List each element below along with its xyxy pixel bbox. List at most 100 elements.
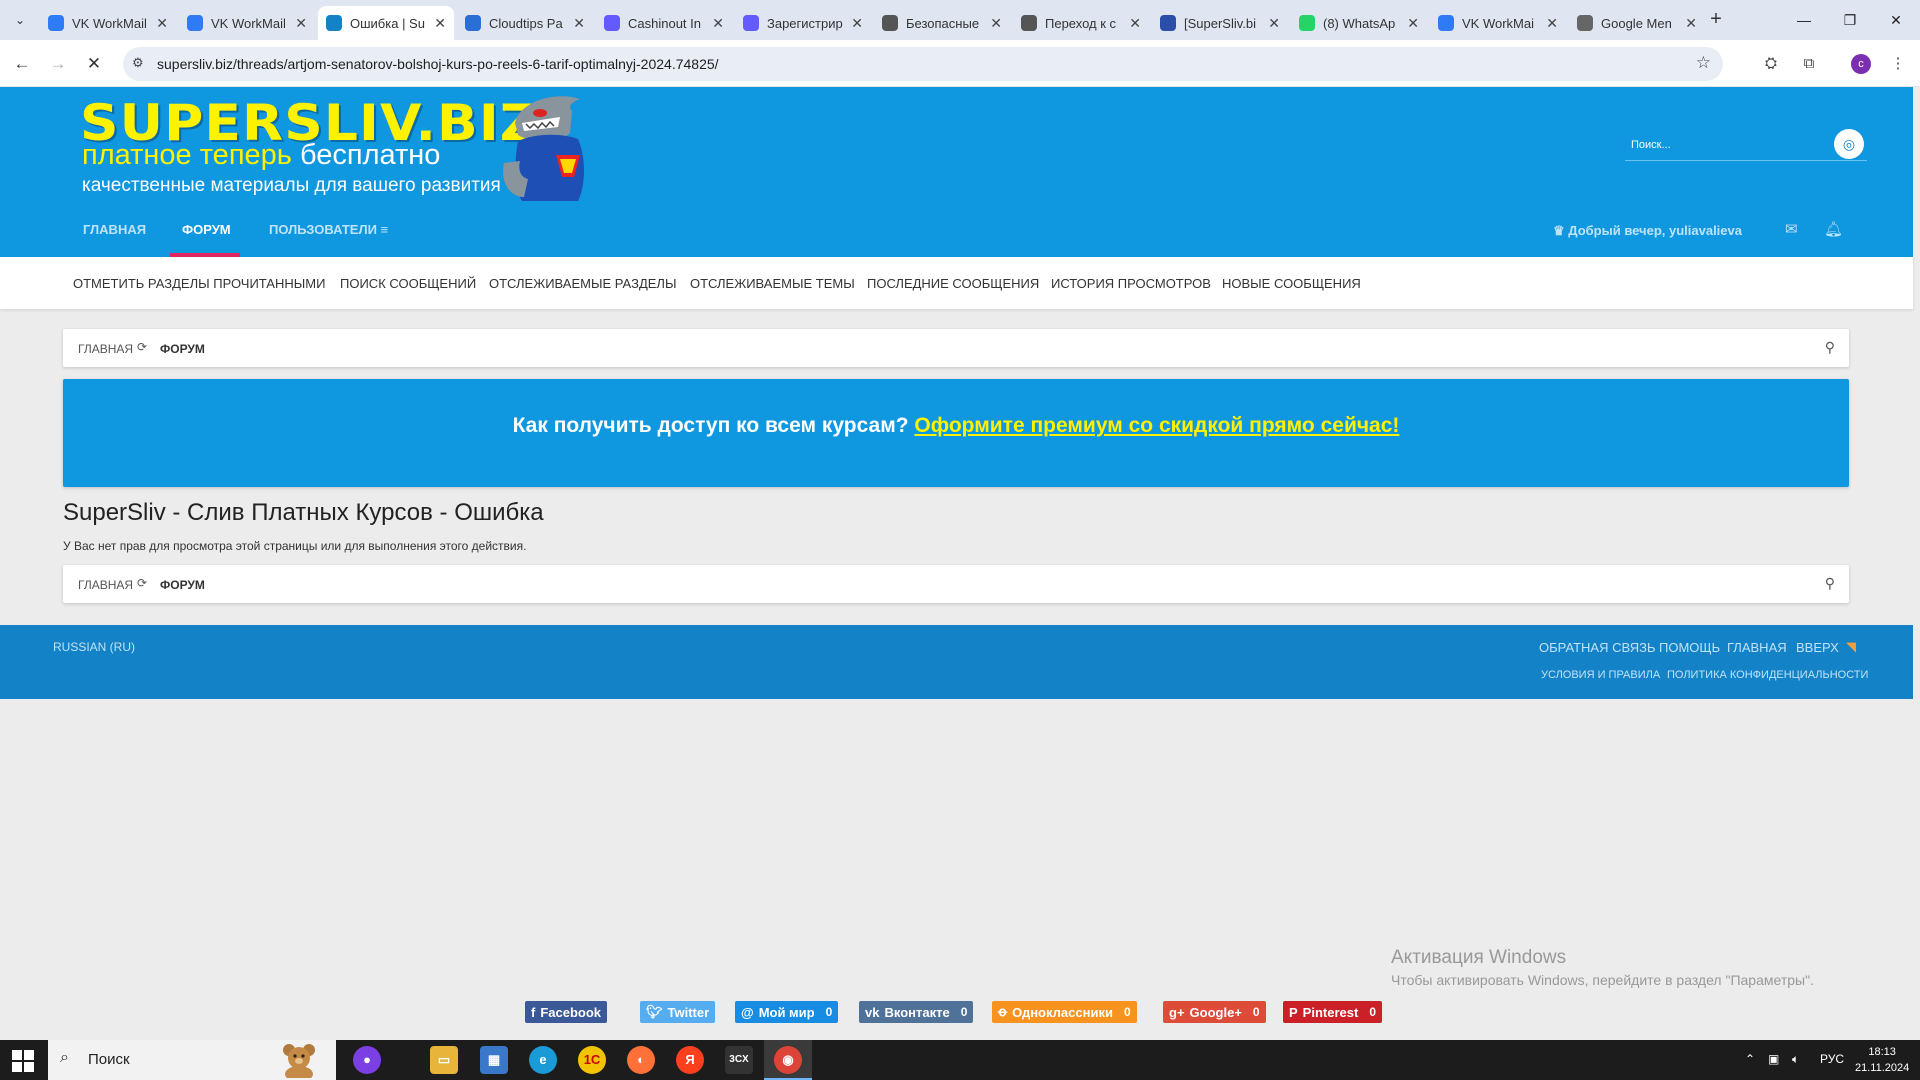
subnav-search-messages[interactable]: Поиск сообщений <box>340 276 476 291</box>
taskbar-search-box[interactable]: ⌕ Поиск <box>48 1040 336 1080</box>
browser-tab[interactable]: Зарегистрир ✕ <box>735 6 871 40</box>
rss-icon[interactable]: ◥ <box>1846 639 1856 655</box>
bookmark-star-icon[interactable]: ☆ <box>1696 53 1711 73</box>
browser-tab[interactable]: Google Men ✕ <box>1569 6 1705 40</box>
stop-loading-button[interactable]: ✕ <box>80 50 108 78</box>
forward-button[interactable]: → <box>44 50 72 78</box>
translate-icon[interactable]: ⛭ <box>1759 52 1783 76</box>
close-window-button[interactable]: ✕ <box>1873 6 1919 34</box>
share-googleplus-button[interactable]: g+ Google+ 0 <box>1163 1001 1266 1023</box>
browser-menu-icon[interactable]: ⋮ <box>1886 52 1910 76</box>
footer-help-link[interactable]: Помощь <box>1659 640 1720 655</box>
1c-icon[interactable]: 1C <box>578 1046 606 1074</box>
windows-taskbar: ⌕ Поиск ● ▭ ▦ e 1C ◐ Я 3CX ◉ ⌃ ▣ 🔈︎ РУС … <box>0 1040 1920 1080</box>
share-facebook-button[interactable]: f Facebook <box>525 1001 608 1023</box>
subnav-watched-forums[interactable]: Отслеживаемые разделы <box>489 276 676 291</box>
nav-users[interactable]: Пользователи ≡ <box>269 222 388 237</box>
subnav-latest-posts[interactable]: Последние сообщения <box>867 276 1039 291</box>
taskbar-clock[interactable]: 18:13 21.11.2024 <box>1855 1044 1909 1076</box>
promo-premium-link[interactable]: Оформите премиум со скидкой прямо сейчас… <box>914 414 1399 437</box>
stripe-icon <box>743 15 759 31</box>
browser-tab[interactable]: Переход к с ✕ <box>1013 6 1149 40</box>
location-pin-icon[interactable]: ⚲ <box>1825 339 1835 356</box>
tab-close-icon[interactable]: ✕ <box>712 15 724 32</box>
footer-contact-link[interactable]: Обратная связь <box>1539 640 1656 655</box>
browser-tab[interactable]: Cloudtips Pa ✕ <box>457 6 593 40</box>
url-text[interactable]: supersliv.biz/threads/artjom-senatorov-b… <box>157 56 719 72</box>
share-ok-button[interactable]: ꝋ Одноклассники 0 <box>992 1001 1137 1023</box>
site-info-icon[interactable]: ⚙ <box>132 55 144 71</box>
windows-start-button[interactable] <box>12 1050 34 1072</box>
restore-button[interactable]: ❐ <box>1827 6 1873 34</box>
share-label: Мой мир <box>758 1004 815 1020</box>
footer-top-link[interactable]: Вверх <box>1796 640 1839 655</box>
share-twitter-button[interactable]: 🐦︎ Twitter <box>640 1001 716 1023</box>
language-chooser[interactable]: Russian (RU) <box>53 640 135 654</box>
profile-avatar[interactable]: c <box>1851 54 1871 74</box>
footer-privacy-link[interactable]: Политика конфиденциальности <box>1667 669 1868 681</box>
tab-close-icon[interactable]: ✕ <box>1685 15 1697 32</box>
breadcrumb-home[interactable]: Главная <box>78 578 133 592</box>
tab-close-icon[interactable]: ✕ <box>573 15 585 32</box>
browser-tab[interactable]: (8) WhatsAp ✕ <box>1291 6 1427 40</box>
tab-title: Google Men <box>1601 15 1672 31</box>
browser-tab[interactable]: VK WorkMai ✕ <box>1430 6 1566 40</box>
footer-home-link[interactable]: Главная <box>1727 640 1787 655</box>
browser-tab[interactable]: VK WorkMail ✕ <box>179 6 315 40</box>
browser-tab[interactable]: [SuperSliv.bi ✕ <box>1152 6 1288 40</box>
new-tab-button[interactable]: + <box>1704 8 1728 32</box>
tab-close-icon[interactable]: ✕ <box>295 15 307 32</box>
browser-tab[interactable]: Безопасные ✕ <box>874 6 1010 40</box>
tab-close-icon[interactable]: ✕ <box>1268 15 1280 32</box>
subnav-mark-read[interactable]: Отметить разделы прочитанными <box>73 276 325 291</box>
subnav-new-posts[interactable]: Новые сообщения <box>1222 276 1361 291</box>
bell-icon[interactable]: 🔔︎ <box>1824 220 1843 238</box>
tab-search-button[interactable]: ⌄ <box>8 8 32 32</box>
volume-icon[interactable]: 🔈︎ <box>1792 1052 1799 1067</box>
minimize-button[interactable]: — <box>1781 6 1827 34</box>
tab-close-icon[interactable]: ✕ <box>156 15 168 32</box>
tab-close-icon[interactable]: ✕ <box>1546 15 1558 32</box>
clock-date: 21.11.2024 <box>1855 1062 1910 1074</box>
address-bar[interactable]: ⚙ supersliv.biz/threads/artjom-senatorov… <box>123 47 1723 81</box>
search-input[interactable] <box>1631 135 1821 155</box>
calculator-icon[interactable]: ▦ <box>480 1046 508 1074</box>
file-explorer-icon[interactable]: ▭ <box>430 1046 458 1074</box>
user-greeting[interactable]: ♛ Добрый вечер, yuliavalieva <box>1553 223 1742 239</box>
input-language[interactable]: РУС <box>1820 1052 1844 1066</box>
subnav-view-history[interactable]: История просмотров <box>1051 276 1211 291</box>
share-label: Pinterest <box>1302 1004 1359 1020</box>
nav-home[interactable]: Главная <box>83 222 146 237</box>
yandex-browser-icon[interactable]: Я <box>676 1046 704 1074</box>
3cx-icon[interactable]: 3CX <box>725 1046 753 1074</box>
share-vk-button[interactable]: vk Вконтакте 0 <box>859 1001 974 1023</box>
browser-tab[interactable]: VK WorkMail ✕ <box>40 6 176 40</box>
share-mymir-button[interactable]: @ Мой мир 0 <box>735 1001 839 1023</box>
tab-close-icon[interactable]: ✕ <box>434 15 446 32</box>
tab-close-icon[interactable]: ✕ <box>1407 15 1419 32</box>
breadcrumb-forum[interactable]: Форум <box>160 578 205 592</box>
footer-terms-link[interactable]: Условия и правила <box>1541 669 1660 681</box>
alice-assistant-icon[interactable]: ● <box>353 1046 381 1074</box>
tab-close-icon[interactable]: ✕ <box>1129 15 1141 32</box>
tab-close-icon[interactable]: ✕ <box>851 15 863 32</box>
network-icon[interactable]: ▣ <box>1768 1052 1779 1066</box>
mail-icon[interactable]: ✉ <box>1785 220 1798 238</box>
tab-close-icon[interactable]: ✕ <box>990 15 1002 32</box>
share-pinterest-button[interactable]: P Pinterest 0 <box>1283 1001 1382 1023</box>
firefox-icon[interactable]: ◐ <box>627 1046 655 1074</box>
browser-tab[interactable]: Ошибка | Su ✕ <box>318 6 454 40</box>
show-hidden-icons-icon[interactable]: ⌃ <box>1745 1052 1755 1066</box>
extensions-icon[interactable]: ⧉ <box>1797 52 1821 76</box>
back-button[interactable]: ← <box>8 50 36 78</box>
nav-forum[interactable]: Форум <box>182 222 231 237</box>
breadcrumb-home[interactable]: Главная <box>78 342 133 356</box>
breadcrumb-forum[interactable]: Форум <box>160 342 205 356</box>
subnav-watched-threads[interactable]: Отслеживаемые темы <box>690 276 855 291</box>
chrome-taskbar-active[interactable]: ◉ <box>764 1040 812 1080</box>
nav-users-label: Пользователи <box>269 222 377 237</box>
search-button[interactable]: ◎ <box>1834 129 1864 159</box>
edge-browser-icon[interactable]: e <box>529 1046 557 1074</box>
location-pin-icon[interactable]: ⚲ <box>1825 575 1835 592</box>
browser-tab[interactable]: Cashinout In ✕ <box>596 6 732 40</box>
